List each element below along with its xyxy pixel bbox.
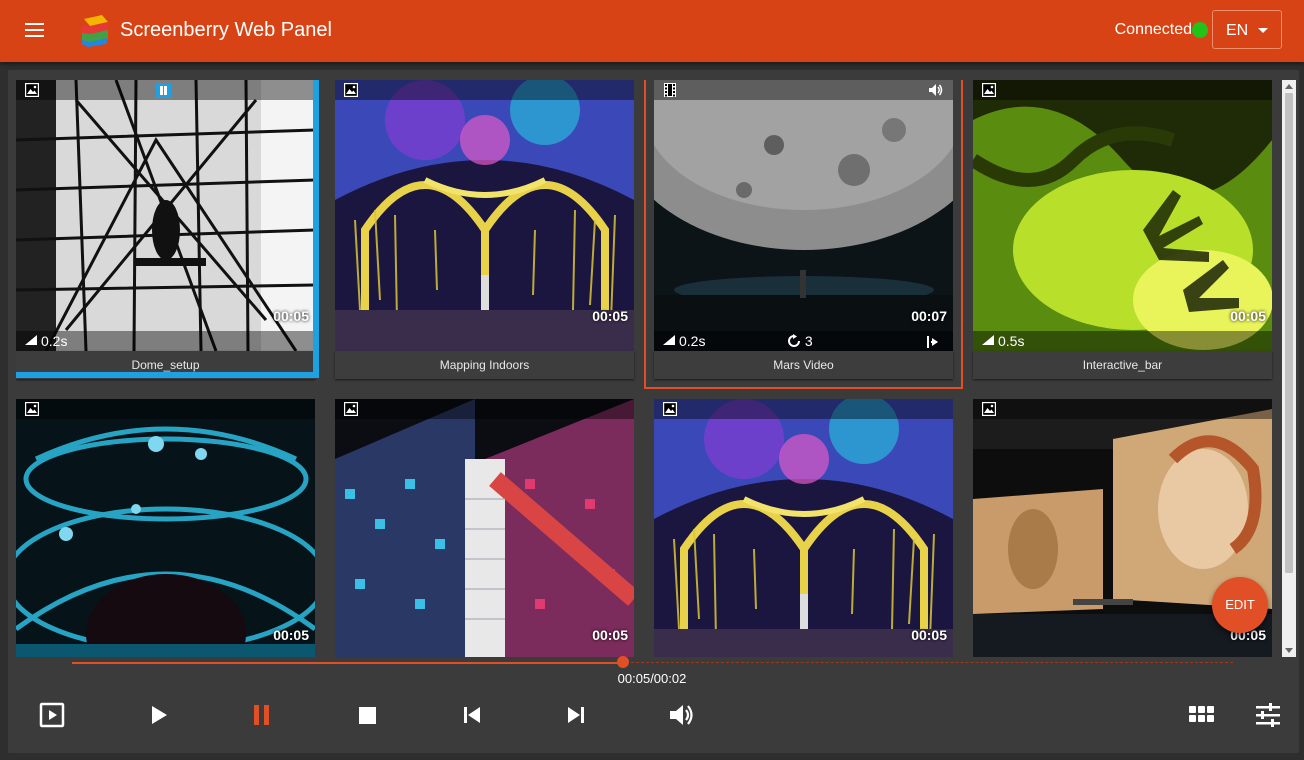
thumbnail-image <box>16 399 315 657</box>
playback-timeline[interactable] <box>72 656 1233 668</box>
connection-indicator <box>1192 22 1208 38</box>
next-button[interactable] <box>561 700 591 730</box>
play-button[interactable] <box>143 700 173 730</box>
stop-button[interactable] <box>352 700 382 730</box>
language-value: EN <box>1226 22 1249 39</box>
skip-previous-icon <box>464 707 480 723</box>
thumbnail-image <box>335 80 634 351</box>
media-card[interactable]: 00:05 Mapping Indoors <box>335 80 634 379</box>
selection-frame <box>16 80 319 378</box>
app-logo <box>82 15 108 47</box>
media-duration: 00:05 <box>1230 308 1266 324</box>
media-card[interactable]: 00:05 0.5s Interactive_bar <box>973 80 1272 379</box>
stop-icon <box>359 707 376 724</box>
pause-icon <box>254 705 269 725</box>
media-card[interactable]: 00:05 <box>16 399 315 657</box>
media-duration: 00:05 <box>592 308 628 324</box>
media-thumbnail: 00:05 <box>335 80 634 351</box>
play-icon <box>152 706 167 724</box>
image-file-icon <box>343 401 359 417</box>
connection-status: Connected <box>1114 21 1192 38</box>
media-title: Interactive_bar <box>973 351 1272 379</box>
menu-icon[interactable] <box>22 19 48 43</box>
media-card[interactable]: 00:07 0.2s 3 Mars Video <box>644 80 963 389</box>
card-topbar <box>973 80 1272 100</box>
media-thumbnail: 00:05 <box>335 399 634 657</box>
scroll-thumb[interactable] <box>1285 93 1293 573</box>
image-file-icon <box>981 82 997 98</box>
media-duration: 00:05 <box>273 627 309 643</box>
media-card[interactable]: 00:05 <box>654 399 953 657</box>
scroll-down-icon[interactable] <box>1285 648 1293 653</box>
scroll-up-icon[interactable] <box>1285 84 1293 89</box>
timeline-progress <box>72 662 624 664</box>
card-topbar <box>973 399 1272 419</box>
fade-duration: 0.5s <box>982 334 1024 348</box>
card-topbar <box>654 399 953 419</box>
previous-button[interactable] <box>457 700 487 730</box>
app-title: Screenberry Web Panel <box>120 19 332 41</box>
grid-view-icon <box>1189 706 1214 722</box>
media-thumbnail: 00:05 <box>654 399 953 657</box>
image-file-icon <box>343 82 359 98</box>
settings-button[interactable] <box>1253 700 1283 730</box>
language-select[interactable]: EN <box>1212 10 1282 49</box>
hover-outline <box>644 80 963 389</box>
card-topbar <box>16 399 315 419</box>
image-file-icon <box>662 401 678 417</box>
playback-time: 00:05/00:02 <box>617 671 687 686</box>
thumbnail-image <box>973 80 1272 351</box>
volume-icon <box>670 705 693 725</box>
media-thumbnail: 00:05 <box>16 399 315 657</box>
image-file-icon <box>981 401 997 417</box>
preview-button[interactable] <box>37 700 67 730</box>
volume-button[interactable] <box>666 700 696 730</box>
card-topbar <box>335 399 634 419</box>
card-bottombar: 0.5s <box>973 331 1272 351</box>
media-card[interactable]: 00:05 <box>335 399 634 657</box>
thumbnail-image <box>335 399 634 657</box>
pause-button[interactable] <box>247 700 277 730</box>
settings-sliders-icon <box>1256 703 1280 727</box>
media-duration: 00:05 <box>911 627 947 643</box>
preview-icon <box>39 702 65 728</box>
edit-button[interactable]: EDIT <box>1212 577 1268 633</box>
caret-down-icon <box>1258 28 1268 33</box>
media-card[interactable]: 00:05 0.2s Dome_setup <box>16 80 319 379</box>
media-grid[interactable]: 00:05 0.2s Dome_setup 00:05 Mapping Indoors… <box>16 80 1280 657</box>
media-title: Mapping Indoors <box>335 351 634 379</box>
media-thumbnail: 00:05 0.5s <box>973 80 1272 351</box>
thumbnail-image <box>654 399 953 657</box>
timeline-scrubber[interactable] <box>617 656 630 668</box>
media-duration: 00:05 <box>592 627 628 643</box>
skip-next-icon <box>568 707 584 723</box>
app-header: Screenberry Web Panel Connected EN <box>0 0 1304 62</box>
playlist-panel: 00:05 0.2s Dome_setup 00:05 Mapping Indoors… <box>8 70 1299 753</box>
grid-view-button[interactable] <box>1187 700 1217 730</box>
image-file-icon <box>24 401 40 417</box>
fade-icon <box>982 335 994 345</box>
grid-scrollbar[interactable] <box>1282 80 1296 657</box>
card-topbar <box>335 80 634 100</box>
